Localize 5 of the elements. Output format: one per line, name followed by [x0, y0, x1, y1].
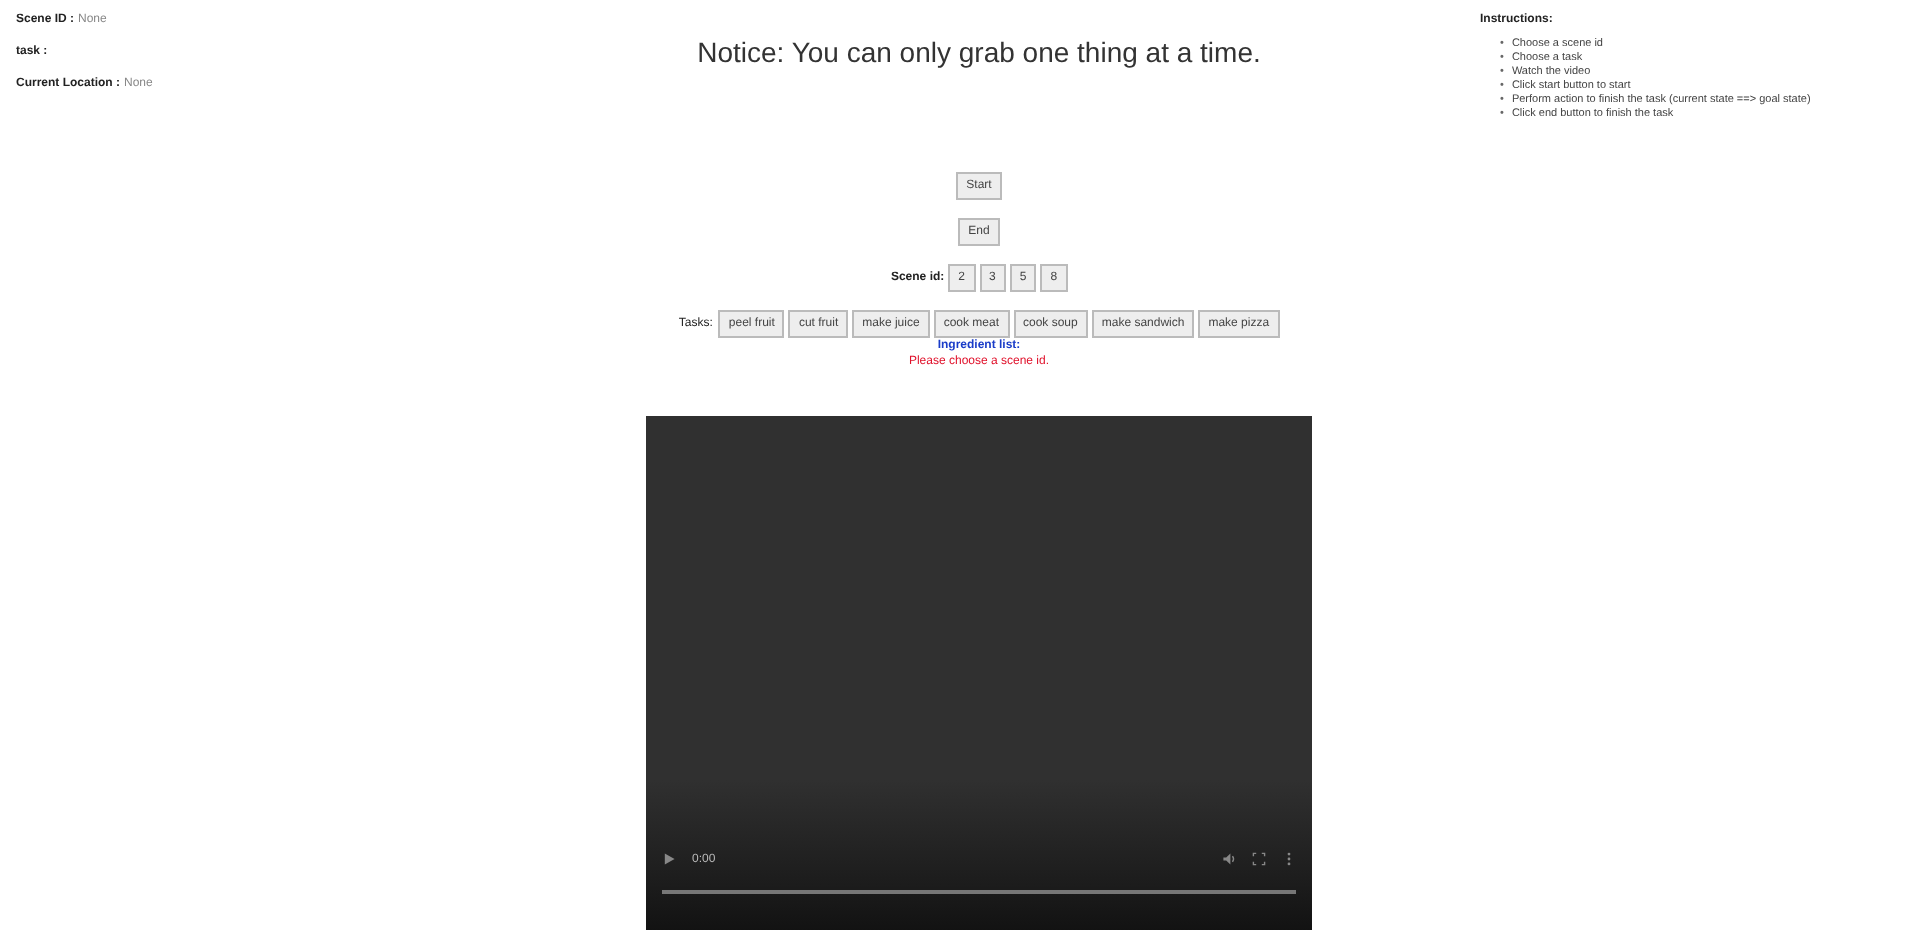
more-icon[interactable] [1282, 852, 1296, 866]
notice-text: Notice: You can only grab one thing at a time. [697, 36, 1261, 68]
fullscreen-icon[interactable] [1252, 852, 1266, 866]
play-icon[interactable] [662, 852, 676, 866]
volume-icon[interactable] [1222, 852, 1236, 866]
